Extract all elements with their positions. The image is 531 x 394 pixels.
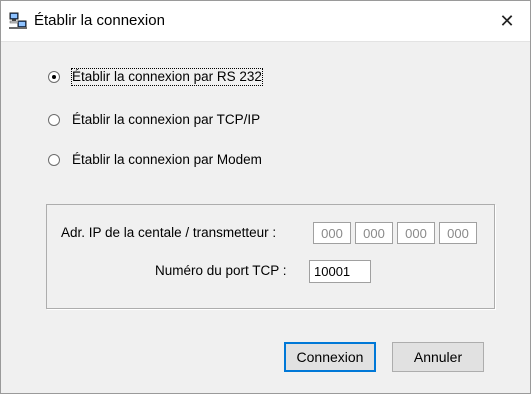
network-computer-icon <box>9 12 27 30</box>
close-button[interactable]: ✕ <box>484 1 530 41</box>
network-settings-group: Adr. IP de la centale / transmetteur : 0… <box>46 204 495 309</box>
ip-address-label: Adr. IP de la centale / transmetteur : <box>61 225 277 240</box>
ip-octet-4-input[interactable]: 000 <box>439 222 477 244</box>
radio-option-rs232[interactable]: Établir la connexion par RS 232 <box>48 68 263 86</box>
cancel-button[interactable]: Annuler <box>392 342 484 372</box>
connect-button[interactable]: Connexion <box>284 342 376 372</box>
radio-button-rs232[interactable] <box>48 71 60 83</box>
radio-label-tcpip[interactable]: Établir la connexion par TCP/IP <box>72 112 260 128</box>
ip-octet-3-input[interactable]: 000 <box>397 222 435 244</box>
tcp-port-label: Numéro du port TCP : <box>155 263 287 278</box>
ip-octet-1-input[interactable]: 000 <box>313 222 351 244</box>
radio-button-tcpip[interactable] <box>48 114 60 126</box>
radio-option-tcpip[interactable]: Établir la connexion par TCP/IP <box>48 111 260 129</box>
radio-button-modem[interactable] <box>48 154 60 166</box>
radio-label-modem[interactable]: Établir la connexion par Modem <box>72 152 262 168</box>
title-bar[interactable]: Établir la connexion ✕ <box>1 1 530 42</box>
connection-dialog: Établir la connexion ✕ Établir la connex… <box>0 0 531 394</box>
tcp-port-input[interactable]: 10001 <box>309 260 371 283</box>
ip-octet-2-input[interactable]: 000 <box>355 222 393 244</box>
window-title: Établir la connexion <box>34 12 165 29</box>
radio-option-modem[interactable]: Établir la connexion par Modem <box>48 151 262 169</box>
radio-label-rs232[interactable]: Établir la connexion par RS 232 <box>71 68 263 86</box>
